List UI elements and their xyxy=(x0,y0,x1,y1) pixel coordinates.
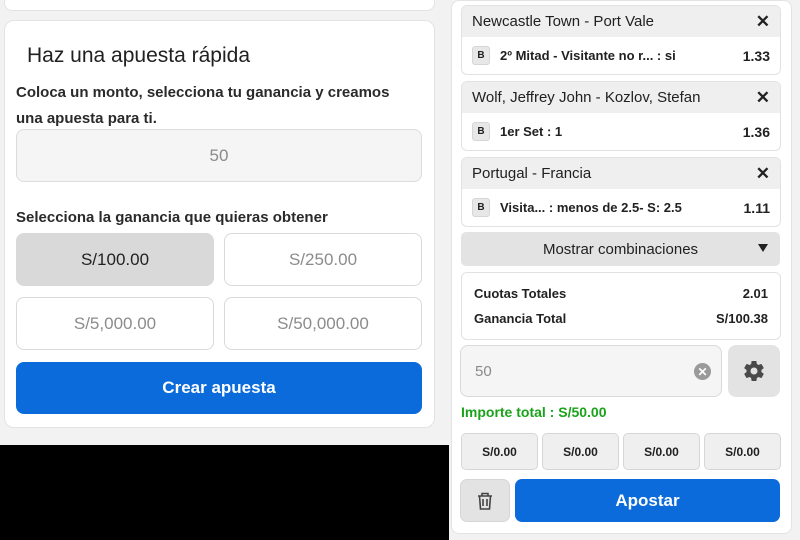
bet-event: Wolf, Jeffrey John - Kozlov, Stefan xyxy=(472,89,701,106)
trash-icon xyxy=(478,492,492,510)
previous-card xyxy=(4,0,435,11)
stake-value: 50 xyxy=(475,362,492,380)
bet-header: Portugal - Francia ✕ xyxy=(462,158,780,189)
bet-odd: 1.36 xyxy=(742,123,770,140)
gain-option-250[interactable]: S/250.00 xyxy=(224,233,422,286)
total-amount-label: Importe total : xyxy=(461,404,555,420)
close-icon[interactable]: ✕ xyxy=(756,164,770,184)
settings-button[interactable] xyxy=(728,345,780,397)
quick-stake-button[interactable]: S/0.00 xyxy=(704,433,781,470)
total-gain-label: Ganancia Total xyxy=(474,311,567,326)
stake-input[interactable]: 50 ✕ xyxy=(460,345,722,397)
total-gain-row: Ganancia Total S/100.38 xyxy=(474,311,768,326)
bet-type-badge: B xyxy=(472,46,490,65)
close-icon[interactable]: ✕ xyxy=(756,88,770,108)
show-combinations-label: Mostrar combinaciones xyxy=(542,240,699,258)
bet-selection: 2º Mitad - Visitante no r... : si xyxy=(500,48,676,63)
place-bet-button[interactable]: Apostar xyxy=(515,479,780,522)
clear-betslip-button[interactable] xyxy=(460,479,510,522)
bet-header: Wolf, Jeffrey John - Kozlov, Stefan ✕ xyxy=(462,82,780,113)
quick-stake-button[interactable]: S/0.00 xyxy=(461,433,538,470)
bet-odd: 1.11 xyxy=(743,199,770,216)
bet-selection-row: B 2º Mitad - Visitante no r... : si 1.33 xyxy=(462,37,780,74)
bet-selection-row: B Visita... : menos de 2.5- S: 2.5 1.11 xyxy=(462,189,780,226)
gain-option-5000[interactable]: S/5,000.00 xyxy=(16,297,214,350)
quick-stake-button[interactable]: S/0.00 xyxy=(623,433,700,470)
chevron-down-icon xyxy=(758,244,768,252)
gain-select-label: Selecciona la ganancia que quieras obten… xyxy=(16,209,328,226)
bet-type-badge: B xyxy=(472,122,490,141)
total-odds-value: 2.01 xyxy=(742,286,768,301)
bet-header: Newcastle Town - Port Vale ✕ xyxy=(462,6,780,37)
quick-bet-title: Haz una apuesta rápida xyxy=(27,44,250,67)
bet-item: Wolf, Jeffrey John - Kozlov, Stefan ✕ B … xyxy=(461,81,781,151)
close-icon[interactable]: ✕ xyxy=(756,12,770,32)
bet-type-badge: B xyxy=(472,198,490,217)
bet-item: Newcastle Town - Port Vale ✕ B 2º Mitad … xyxy=(461,5,781,75)
bet-event: Portugal - Francia xyxy=(472,165,592,182)
total-odds-label: Cuotas Totales xyxy=(474,286,567,301)
total-gain-value: S/100.38 xyxy=(715,311,768,326)
gain-option-100[interactable]: S/100.00 xyxy=(16,233,214,286)
gain-option-50000[interactable]: S/50,000.00 xyxy=(224,297,422,350)
bet-item: Portugal - Francia ✕ B Visita... : menos… xyxy=(461,157,781,227)
bet-selection: 1er Set : 1 xyxy=(500,124,563,139)
amount-input[interactable]: 50 xyxy=(16,129,422,182)
quick-stake-button[interactable]: S/0.00 xyxy=(542,433,619,470)
totals-box: Cuotas Totales 2.01 Ganancia Total S/100… xyxy=(461,272,781,340)
gear-icon xyxy=(744,361,764,382)
bet-selection-row: B 1er Set : 1 1.36 xyxy=(462,113,780,150)
show-combinations-button[interactable]: Mostrar combinaciones xyxy=(461,232,780,266)
create-bet-button[interactable]: Crear apuesta xyxy=(16,362,422,414)
empty-area xyxy=(0,445,449,540)
total-amount: Importe total : S/50.00 xyxy=(461,404,607,420)
bet-selection: Visita... : menos de 2.5- S: 2.5 xyxy=(500,200,682,215)
clear-icon[interactable]: ✕ xyxy=(694,363,711,380)
total-amount-value: S/50.00 xyxy=(558,404,607,420)
bet-odd: 1.33 xyxy=(742,47,770,64)
quick-bet-description: Coloca un monto, selecciona tu ganancia … xyxy=(16,84,390,127)
total-odds-row: Cuotas Totales 2.01 xyxy=(474,286,768,301)
bet-event: Newcastle Town - Port Vale xyxy=(472,13,655,30)
